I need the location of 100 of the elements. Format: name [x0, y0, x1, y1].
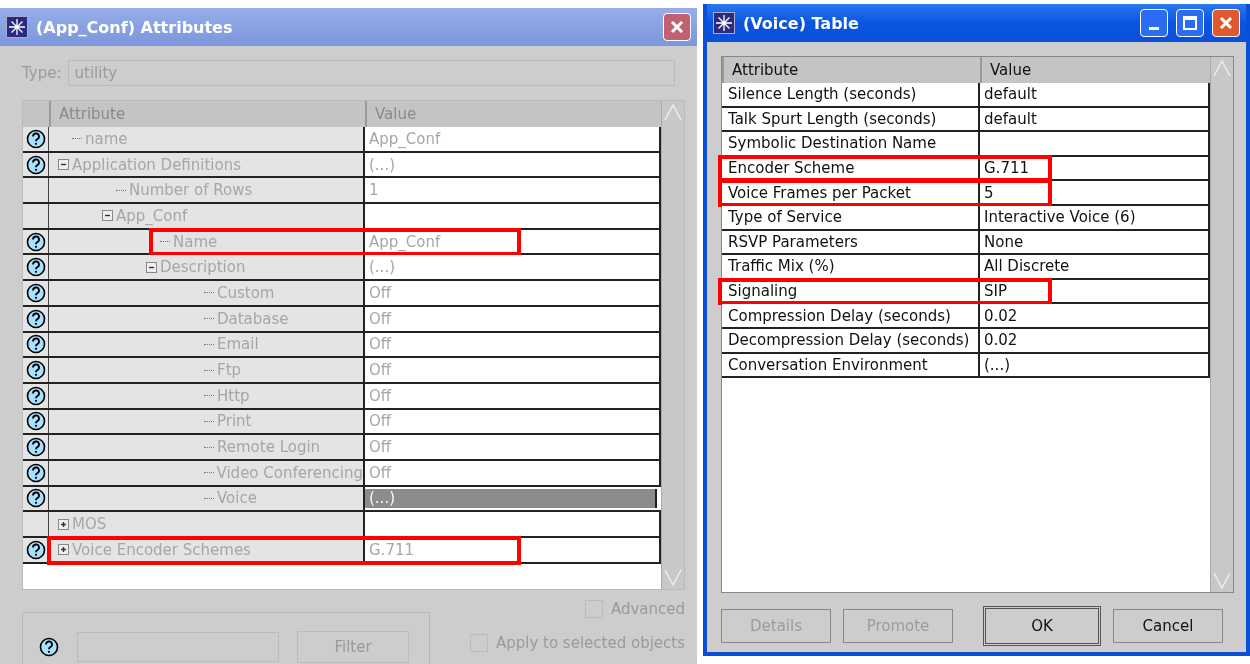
attribute-label: App_Conf: [116, 206, 188, 225]
tree-row[interactable]: name App_Conf: [23, 127, 661, 153]
help-icon[interactable]: [25, 385, 46, 406]
help-icon[interactable]: [25, 231, 46, 252]
minimize-button[interactable]: [1140, 9, 1168, 37]
tree-row[interactable]: Custom Off: [23, 281, 661, 307]
tree-row[interactable]: Application Definitions (...): [23, 152, 661, 179]
attribute-label: Talk Spurt Length (seconds): [728, 109, 937, 128]
attribute-label: Compression Delay (seconds): [728, 306, 951, 325]
tree-row[interactable]: Video Conferencing Off: [23, 460, 661, 487]
help-icon[interactable]: [25, 360, 46, 381]
help-icon[interactable]: [25, 437, 46, 458]
attribute-label: Encoder Scheme: [728, 159, 855, 178]
tree-row[interactable]: Description (...): [23, 255, 661, 282]
tree-row[interactable]: Remote Login Off: [23, 435, 661, 461]
attribute-value: SIP: [984, 282, 1007, 301]
tree-row[interactable]: Print Off: [23, 409, 661, 436]
attribute-value: Off: [369, 335, 392, 354]
expand-icon[interactable]: [58, 518, 69, 530]
tree-connector: [204, 343, 214, 345]
attribute-label: Ftp: [217, 361, 242, 380]
attribute-value: All Discrete: [984, 257, 1070, 276]
help-icon[interactable]: [25, 128, 46, 149]
dialog-button[interactable]: Cancel: [1113, 609, 1223, 643]
table-row[interactable]: Talk Spurt Length (seconds) default: [722, 107, 1210, 133]
attribute-label: Silence Length (seconds): [728, 85, 917, 104]
attribute-label: Number of Rows: [129, 181, 253, 200]
table-row[interactable]: Conversation Environment (...): [722, 353, 1210, 379]
tree-row[interactable]: Email Off: [23, 332, 661, 359]
tree-row[interactable]: Http Off: [23, 383, 661, 410]
attribute-label: Video Conferencing: [216, 463, 363, 482]
close-icon: [670, 20, 684, 34]
attribute-value: Off: [369, 412, 392, 431]
help-icon[interactable]: [25, 257, 46, 278]
tree-connector: [204, 318, 214, 320]
tree-connector: [160, 241, 170, 243]
tree-row[interactable]: Number of Rows 1: [23, 178, 661, 205]
attribute-label: Http: [217, 386, 250, 405]
tree-row[interactable]: Voice (...): [23, 486, 661, 513]
collapse-icon[interactable]: [102, 210, 113, 222]
attribute-value: 0.02: [984, 306, 1018, 325]
table-row[interactable]: Decompression Delay (seconds) 0.02: [722, 328, 1210, 354]
maximize-button[interactable]: [1176, 9, 1204, 37]
scroll-down-icon: [1211, 570, 1233, 592]
tree-connector: [204, 292, 214, 294]
tree-row[interactable]: Ftp Off: [23, 358, 661, 384]
attribute-value: default: [984, 109, 1037, 128]
help-icon[interactable]: [25, 488, 46, 509]
help-icon[interactable]: [25, 308, 46, 329]
attribute-label: Symbolic Destination Name: [728, 134, 937, 153]
minimize-icon: [1149, 26, 1159, 30]
close-button[interactable]: [1212, 9, 1240, 37]
scroll-up-icon: [662, 101, 684, 123]
close-button[interactable]: [663, 13, 691, 41]
attribute-label: Name: [173, 232, 218, 251]
star-icon: [713, 12, 735, 34]
attribute-value: (...): [369, 155, 395, 174]
table-row[interactable]: Traffic Mix (%) All Discrete: [722, 255, 1210, 280]
collapse-icon[interactable]: [58, 159, 69, 171]
attribute-value: Interactive Voice (6): [984, 208, 1136, 227]
table-row[interactable]: Compression Delay (seconds) 0.02: [722, 304, 1210, 329]
tree-row[interactable]: Voice Encoder Schemes G.711: [23, 538, 661, 564]
help-icon[interactable]: [25, 334, 46, 355]
tree-connector: [204, 446, 214, 448]
attribute-value: App_Conf: [369, 232, 441, 251]
tree-connector: [72, 138, 82, 140]
help-icon[interactable]: [25, 539, 46, 560]
tree-connector: [204, 420, 214, 422]
attribute-label: Voice: [217, 489, 257, 508]
help-icon[interactable]: [25, 154, 46, 175]
attribute-label: Traffic Mix (%): [728, 257, 835, 276]
scroll-up-icon: [1211, 57, 1233, 79]
attribute-label: MOS: [72, 515, 107, 534]
tree-row[interactable]: Database Off: [23, 306, 661, 333]
table-row[interactable]: Type of Service Interactive Voice (6): [722, 205, 1210, 231]
expand-icon[interactable]: [58, 544, 69, 556]
attribute-value: Off: [369, 386, 392, 405]
tree-row[interactable]: MOS: [23, 512, 661, 538]
attribute-label: Database: [217, 309, 289, 328]
attribute-label: Description: [160, 258, 246, 277]
attribute-value: default: [984, 85, 1037, 104]
tree-connector: [203, 472, 214, 474]
tree-row[interactable]: App_Conf: [23, 204, 661, 230]
help-icon[interactable]: [25, 282, 46, 303]
help-icon[interactable]: [39, 637, 59, 657]
attribute-label: Voice Frames per Packet: [728, 183, 911, 202]
attribute-label: Remote Login: [217, 438, 321, 457]
table-row[interactable]: Symbolic Destination Name: [722, 132, 1210, 157]
dialog-button[interactable]: OK: [983, 606, 1101, 646]
collapse-icon[interactable]: [146, 261, 157, 273]
attribute-value: 5: [984, 183, 994, 202]
scrollbar[interactable]: [661, 101, 684, 589]
help-icon[interactable]: [25, 411, 46, 432]
table-row[interactable]: RSVP Parameters None: [722, 230, 1210, 256]
attribute-value: App_Conf: [369, 129, 441, 148]
attribute-value: (...): [369, 489, 395, 508]
attribute-label: RSVP Parameters: [728, 232, 858, 251]
table-row[interactable]: Silence Length (seconds) default: [722, 83, 1210, 108]
help-icon[interactable]: [25, 462, 46, 483]
scrollbar[interactable]: [1210, 57, 1233, 592]
